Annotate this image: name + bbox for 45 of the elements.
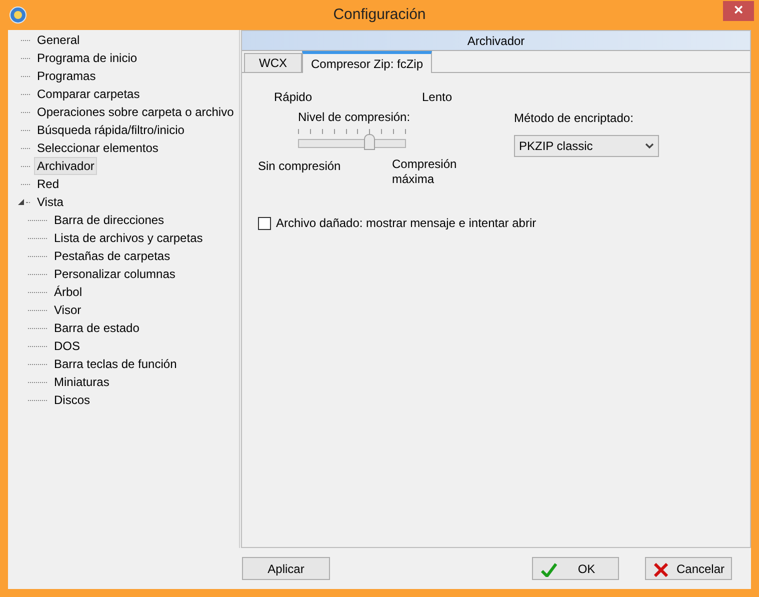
tree-item[interactable]: Visor bbox=[51, 301, 84, 319]
cancel-button[interactable]: Cancelar bbox=[645, 557, 732, 580]
panel-header: Archivador bbox=[242, 31, 750, 51]
slider-label: Sin compresión bbox=[258, 158, 341, 175]
tree-item[interactable]: Barra de direcciones bbox=[51, 211, 168, 229]
slider-thumb[interactable] bbox=[364, 134, 376, 150]
tree-item[interactable]: Barra teclas de función bbox=[51, 355, 180, 373]
encryption-dropdown[interactable]: PKZIP classic bbox=[514, 135, 659, 157]
tree-item[interactable]: Pestañas de carpetas bbox=[51, 247, 174, 265]
tree-item[interactable]: Personalizar columnas bbox=[51, 265, 178, 283]
app-icon bbox=[9, 6, 27, 24]
tree-item[interactable]: Programa de inicio bbox=[34, 49, 140, 67]
checkbox-label: Archivo dañado: mostrar mensaje e intentar abrir bbox=[276, 215, 536, 232]
checkmark-icon bbox=[541, 563, 557, 577]
slider-label: Lento bbox=[422, 89, 452, 106]
slider-title: Nivel de compresión: bbox=[298, 109, 412, 126]
tab[interactable]: WCX bbox=[244, 53, 302, 72]
apply-button[interactable]: Aplicar bbox=[242, 557, 330, 580]
ok-button[interactable]: OK bbox=[532, 557, 619, 580]
checkbox[interactable] bbox=[258, 216, 271, 230]
cross-icon bbox=[654, 563, 668, 577]
tree-item[interactable]: Barra de estado bbox=[51, 319, 142, 337]
tree-item[interactable]: Comparar carpetas bbox=[34, 85, 143, 103]
slider-label: Compresión máxima bbox=[392, 157, 458, 187]
tree-item[interactable]: Lista de archivos y carpetas bbox=[51, 229, 206, 247]
tree-item[interactable]: Red bbox=[34, 175, 62, 193]
tree-item[interactable]: Vista bbox=[34, 193, 66, 211]
tree-item[interactable]: Programas bbox=[34, 67, 99, 85]
tree-item[interactable]: Miniaturas bbox=[51, 373, 112, 391]
collapse-icon[interactable] bbox=[18, 199, 24, 205]
tree-item[interactable]: Operaciones sobre carpeta o archivo bbox=[34, 103, 237, 121]
slider-label: Rápido bbox=[274, 89, 312, 106]
tree-item[interactable]: Árbol bbox=[51, 283, 86, 301]
tree-item[interactable]: Discos bbox=[51, 391, 94, 409]
tree-item[interactable]: Archivador bbox=[34, 157, 98, 175]
tab[interactable]: Compresor Zip: fcZip bbox=[302, 51, 432, 73]
chevron-down-icon bbox=[645, 143, 654, 149]
tree-item[interactable]: Seleccionar elementos bbox=[34, 139, 162, 157]
tree-item[interactable]: Búsqueda rápida/filtro/inicio bbox=[34, 121, 188, 139]
slider[interactable] bbox=[298, 133, 406, 151]
tree-item[interactable]: DOS bbox=[51, 337, 84, 355]
tree-item[interactable]: General bbox=[34, 31, 83, 49]
encryption-label: Método de encriptado: bbox=[514, 110, 634, 127]
close-button[interactable]: × bbox=[723, 1, 754, 21]
window-title: Configuración bbox=[333, 4, 426, 25]
